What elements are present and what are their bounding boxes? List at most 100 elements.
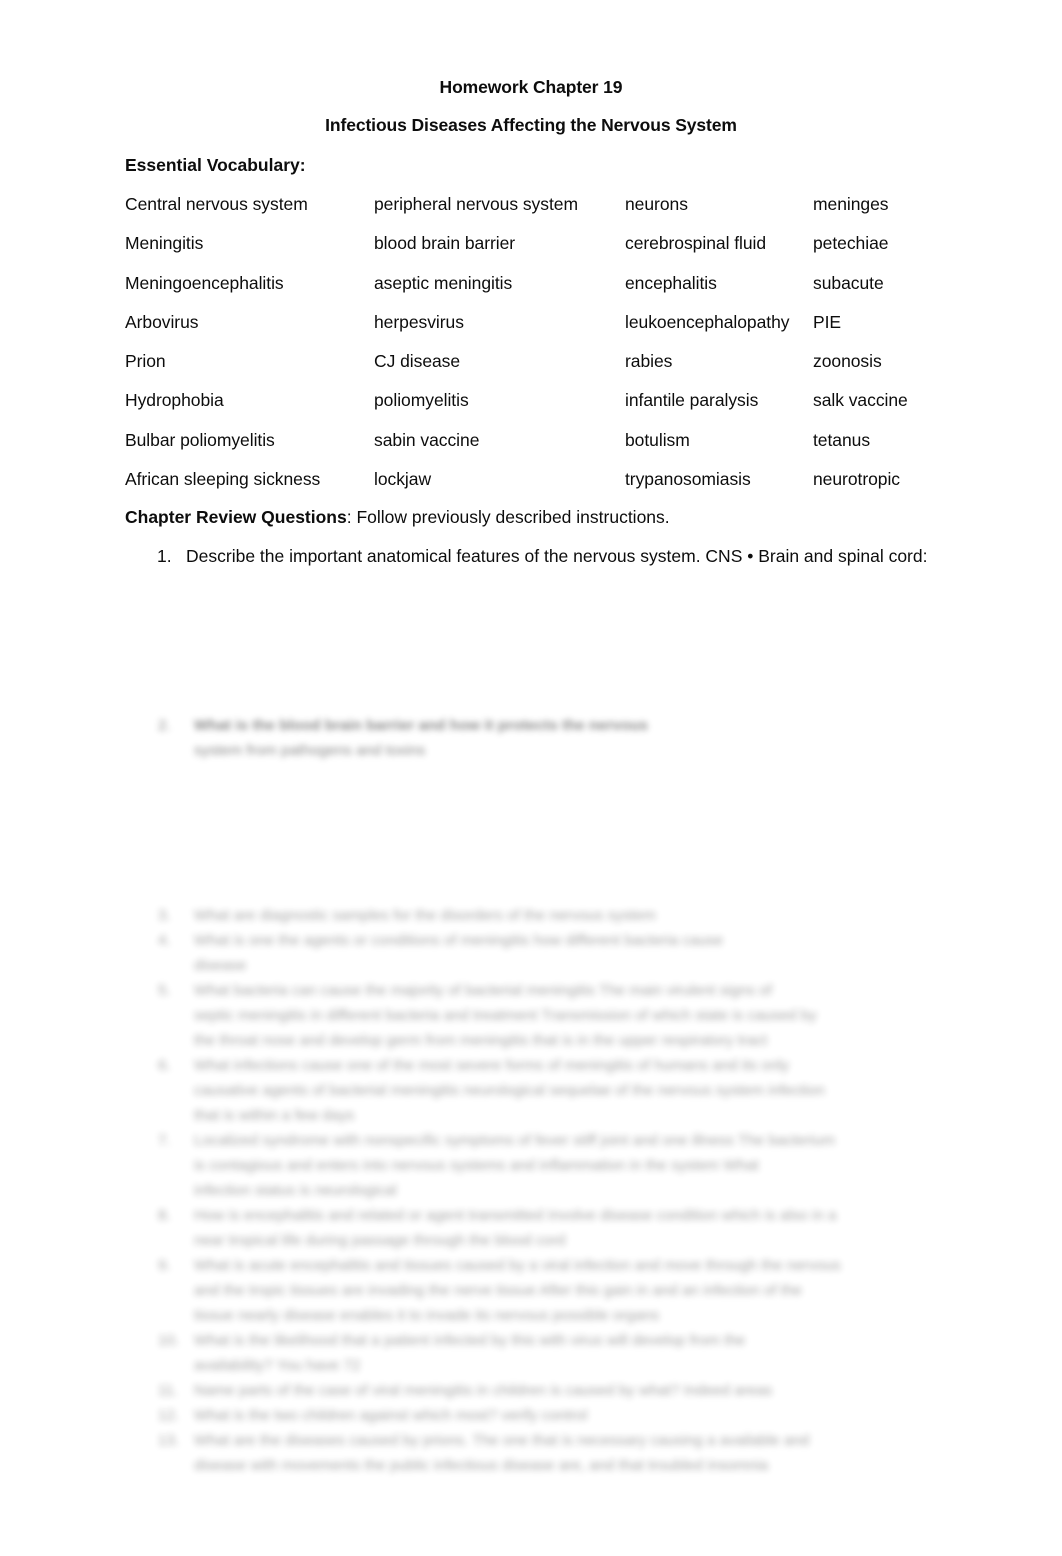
vocabulary-row: Meningoencephalitis aseptic meningitis e… [125, 272, 955, 311]
essential-vocabulary-heading: Essential Vocabulary: [125, 155, 306, 175]
redacted-item-number: 9. [158, 1257, 171, 1274]
vocabulary-term: salk vaccine [813, 390, 908, 411]
redacted-line: disease with movements the public infect… [194, 1457, 769, 1474]
vocabulary-term: botulism [625, 429, 690, 450]
vocabulary-term: petechiae [813, 233, 889, 254]
redacted-item-number: 11. [158, 1382, 178, 1399]
redacted-line: What are diagnostic samples for the diso… [194, 907, 656, 924]
vocabulary-term: Meningitis [125, 233, 204, 254]
question-1-number: 1. [157, 546, 172, 566]
redacted-item-number: 12. [158, 1407, 180, 1424]
vocabulary-row: Meningitis blood brain barrier cerebrosp… [125, 232, 955, 271]
vocabulary-row: Central nervous system peripheral nervou… [125, 193, 955, 232]
chapter-review-heading: Chapter Review Questions: Follow previou… [125, 507, 670, 528]
vocabulary-term: Prion [125, 351, 166, 372]
redacted-item-number: 2. [158, 717, 171, 734]
redacted-line: What is the two children against which m… [194, 1407, 588, 1424]
chapter-review-label: Chapter Review Questions [125, 507, 347, 527]
redacted-line: disease [194, 957, 247, 974]
vocabulary-term: zoonosis [813, 351, 882, 372]
vocabulary-term: infantile paralysis [625, 390, 759, 411]
vocabulary-term: blood brain barrier [374, 233, 516, 254]
redacted-line: tissue nearly disease enables it to inva… [194, 1307, 660, 1324]
redacted-list-item: 6. What infections cause one of the most… [150, 1053, 950, 1128]
redacted-line: septic meningitis in different bacteria … [194, 1007, 817, 1024]
vocabulary-term: meninges [813, 194, 889, 214]
vocabulary-term: Central nervous system [125, 194, 308, 214]
vocabulary-term: neurotropic [813, 469, 901, 490]
page-title: Homework Chapter 19 [439, 77, 623, 97]
redacted-item-number: 7. [158, 1132, 171, 1149]
redacted-line: Localized syndrome with nonspecific symp… [194, 1132, 835, 1149]
vocabulary-term: Bulbar poliomyelitis [125, 429, 275, 450]
redacted-item-number: 5. [158, 982, 171, 999]
redacted-item-number: 13. [158, 1432, 180, 1449]
vocabulary-row: Arbovirus herpesvirus leukoencephalopath… [125, 311, 955, 350]
redacted-line: that is within a few days [194, 1107, 355, 1124]
vocabulary-term: PIE [813, 311, 842, 332]
redacted-line: and the tropic tissues are invading the … [194, 1282, 802, 1299]
question-1-text: Describe the important anatomical featur… [186, 546, 928, 566]
chapter-review-instructions: : Follow previously described instructio… [346, 507, 670, 527]
vocabulary-row: African sleeping sickness lockjaw trypan… [125, 468, 955, 507]
vocabulary-term: Meningoencephalitis [125, 272, 284, 293]
vocabulary-term: encephalitis [625, 272, 717, 293]
vocabulary-term: leukoencephalopathy [625, 311, 790, 332]
redacted-line: availability? You have 72 [194, 1357, 361, 1374]
redacted-line: causative agents of bacterial meningitis… [194, 1082, 825, 1099]
vocabulary-row: Prion CJ disease rabies zoonosis [125, 350, 955, 389]
vocabulary-term: lockjaw [374, 469, 432, 490]
redacted-question-list: 3. What are diagnostic samples for the d… [150, 903, 950, 1478]
vocabulary-term: cerebrospinal fluid [625, 233, 767, 254]
vocabulary-term: tetanus [813, 429, 871, 450]
page-subtitle: Infectious Diseases Affecting the Nervou… [325, 115, 737, 135]
redacted-line: What is one the agents or conditions of … [194, 932, 724, 949]
redacted-list-item: 10. What is the likelihood that a patien… [150, 1328, 950, 1378]
vocabulary-term: subacute [813, 272, 884, 293]
vocabulary-term: herpesvirus [374, 311, 464, 332]
vocabulary-term: Arbovirus [125, 311, 199, 332]
redacted-line: What bacteria can cause the majority of … [194, 982, 772, 999]
redacted-item-number: 10. [158, 1332, 180, 1349]
redacted-list-item: 3. What are diagnostic samples for the d… [150, 903, 950, 928]
vocabulary-row: Hydrophobia poliomyelitis infantile para… [125, 389, 955, 428]
redacted-line: How is encephalitis and related or agent… [194, 1207, 837, 1224]
vocabulary-term: Hydrophobia [125, 390, 224, 411]
redacted-line: is contagious and enters into nervous sy… [194, 1157, 759, 1174]
redacted-list-item: 8. How is encephalitis and related or ag… [150, 1203, 950, 1253]
redacted-list-item: 12. What is the two children against whi… [150, 1403, 950, 1428]
vocabulary-term: poliomyelitis [374, 390, 469, 411]
redacted-item-number: 3. [158, 907, 171, 924]
redacted-list-item: 7. Localized syndrome with nonspecific s… [150, 1128, 950, 1203]
vocabulary-term: neurons [625, 194, 688, 214]
redacted-line: What are the diseases caused by prions. … [194, 1432, 810, 1449]
redacted-list-item: 13. What are the diseases caused by prio… [150, 1428, 950, 1478]
redacted-list-item: 9. What is acute encephalitis and tissue… [150, 1253, 950, 1328]
redacted-item-number: 4. [158, 932, 171, 949]
redacted-list-item: 2. What is the blood brain barrier and h… [150, 713, 940, 763]
redacted-line: near tropical life during passage throug… [194, 1232, 566, 1249]
redacted-item-number: 8. [158, 1207, 171, 1224]
redacted-line: the throat nose and develop germ from me… [194, 1032, 768, 1049]
redacted-item-number: 6. [158, 1057, 171, 1074]
vocabulary-term: African sleeping sickness [125, 469, 321, 490]
vocabulary-row: Bulbar poliomyelitis sabin vaccine botul… [125, 429, 955, 468]
vocabulary-term: sabin vaccine [374, 429, 480, 450]
document-page: Homework Chapter 19 Infectious Diseases … [0, 0, 1062, 1556]
redacted-line: What is acute encephalitis and tissues c… [194, 1257, 841, 1274]
redacted-line: What is the blood brain barrier and how … [194, 717, 648, 734]
redacted-list-item: 4. What is one the agents or conditions … [150, 928, 950, 978]
redacted-list-item: 5. What bacteria can cause the majority … [150, 978, 950, 1053]
vocabulary-term: aseptic meningitis [374, 272, 513, 293]
redacted-line: What is the likelihood that a patient in… [194, 1332, 746, 1349]
redacted-question-2: 2. What is the blood brain barrier and h… [150, 713, 940, 763]
redacted-list-item: 11. Name parts of the case of viral meni… [150, 1378, 950, 1403]
vocabulary-term: peripheral nervous system [374, 194, 578, 214]
redacted-line: system from pathogens and toxins [194, 742, 426, 759]
redacted-line: Name parts of the case of viral meningit… [194, 1382, 773, 1399]
redacted-line: infection status is neurological [194, 1182, 397, 1199]
vocabulary-term: CJ disease [374, 351, 461, 372]
vocabulary-term: trypanosomiasis [625, 469, 751, 490]
vocabulary-term: rabies [625, 351, 673, 372]
redacted-line: What infections cause one of the most se… [194, 1057, 790, 1074]
